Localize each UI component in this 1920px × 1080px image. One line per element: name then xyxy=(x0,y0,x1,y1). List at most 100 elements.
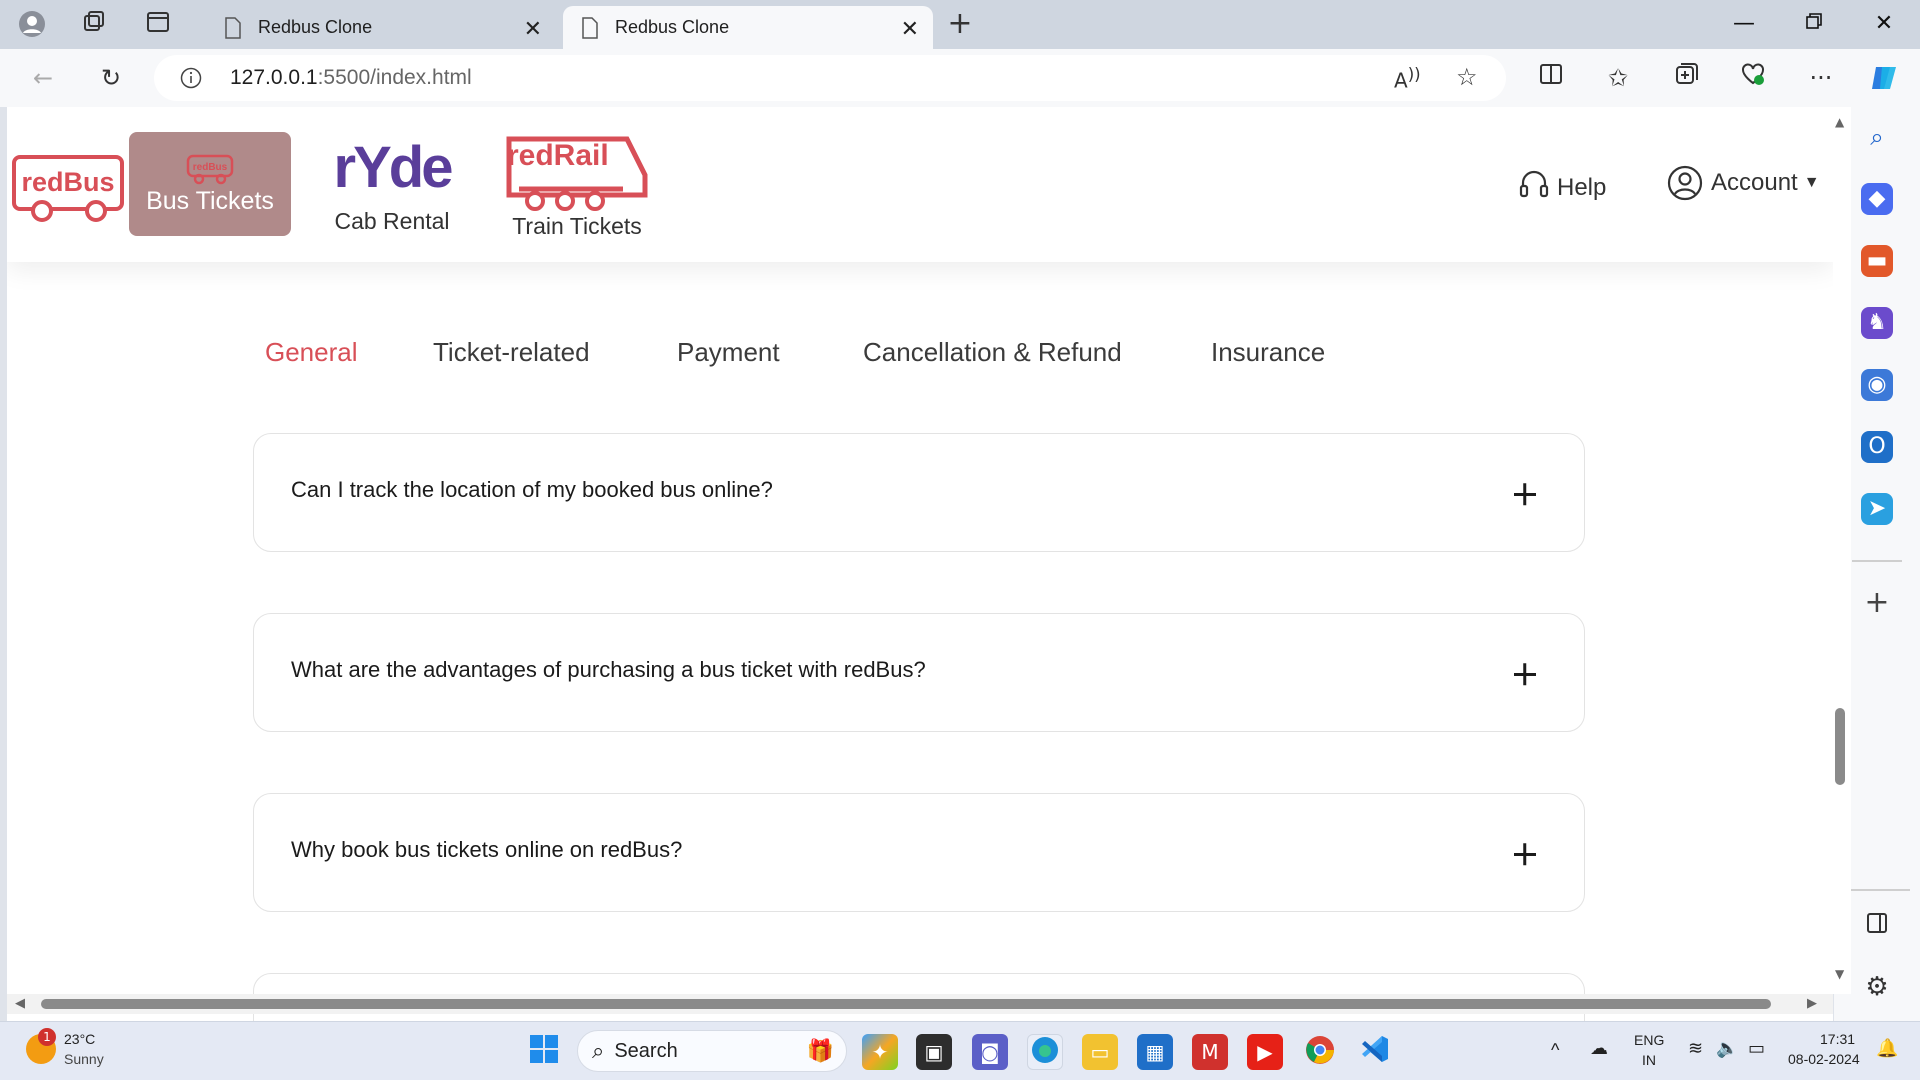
browser-essentials-icon[interactable] xyxy=(1736,61,1770,95)
vertical-scrollbar[interactable]: ▲ ▼ xyxy=(1833,107,1851,994)
nav-train-tickets[interactable]: redRail Train Tickets xyxy=(497,127,657,242)
vertical-scroll-thumb[interactable] xyxy=(1835,708,1845,785)
add-sidebar-app-icon[interactable]: + xyxy=(1861,587,1893,619)
tab-title: Redbus Clone xyxy=(615,17,730,37)
refresh-icon[interactable]: ↻ xyxy=(94,61,128,95)
edge-browser-icon[interactable] xyxy=(1027,1034,1063,1070)
scroll-up-icon[interactable]: ▲ xyxy=(1835,115,1844,129)
collections-icon[interactable] xyxy=(1670,61,1704,95)
scroll-down-icon[interactable]: ▼ xyxy=(1835,967,1844,981)
wifi-icon[interactable]: ≋ xyxy=(1688,1038,1703,1059)
favorites-icon[interactable]: ✩ xyxy=(1601,61,1635,95)
vscode-icon[interactable] xyxy=(1357,1034,1393,1070)
redrail-logo: redRail xyxy=(507,139,609,172)
games-icon[interactable]: ♞ xyxy=(1861,307,1893,339)
more-options-icon[interactable]: ··· xyxy=(1804,61,1838,95)
onedrive-icon[interactable]: ☁ xyxy=(1590,1038,1608,1059)
shopping-tag-icon[interactable]: ◆ xyxy=(1861,183,1893,215)
taskbar-search[interactable]: ⌕ Search 🎁 xyxy=(577,1030,847,1072)
faq-item[interactable]: What are the advantages of purchasing a … xyxy=(253,613,1585,732)
file-explorer-icon[interactable]: ▭ xyxy=(1082,1034,1118,1070)
address-bar[interactable]: 127.0.0.1:5500/index.html A)) ☆ xyxy=(154,55,1506,101)
browser-toolbar: ← ↻ 127.0.0.1:5500/index.html A)) ☆ ✩ ··… xyxy=(0,49,1920,107)
nav-bus-tickets[interactable]: redBus Bus Tickets xyxy=(129,132,291,236)
tools-briefcase-icon[interactable]: ▬ xyxy=(1861,245,1893,277)
help-label: Help xyxy=(1557,174,1607,201)
language-2[interactable]: IN xyxy=(1642,1052,1656,1068)
tab-title: Redbus Clone xyxy=(258,17,373,37)
tab-payment[interactable]: Payment xyxy=(677,337,780,368)
hide-sidebar-icon[interactable] xyxy=(1861,911,1893,943)
help-link[interactable]: Help xyxy=(1519,165,1606,205)
expand-plus-icon[interactable] xyxy=(1494,464,1554,524)
clock-time[interactable]: 17:31 xyxy=(1820,1031,1855,1047)
close-tab-icon[interactable]: ✕ xyxy=(901,16,919,42)
copilot-icon[interactable] xyxy=(1868,61,1902,95)
account-menu[interactable]: Account ▼ xyxy=(1667,163,1820,203)
account-icon xyxy=(1667,165,1703,201)
close-window-icon[interactable]: ✕ xyxy=(1864,8,1904,40)
faq-item[interactable]: Can I track the location of my booked bu… xyxy=(253,433,1585,552)
start-windows-icon[interactable] xyxy=(526,1034,562,1070)
horizontal-scroll-thumb[interactable] xyxy=(41,999,1771,1009)
teams-chat-icon[interactable]: ◙ xyxy=(972,1034,1008,1070)
expand-plus-icon[interactable] xyxy=(1494,644,1554,704)
nav-label: Bus Tickets xyxy=(146,187,274,215)
volume-icon[interactable]: 🔈 xyxy=(1716,1038,1738,1059)
search-icon: ⌕ xyxy=(592,1038,605,1063)
scroll-right-icon[interactable]: ▶ xyxy=(1807,996,1817,1011)
language-1[interactable]: ENG xyxy=(1634,1032,1664,1048)
nav-label: Train Tickets xyxy=(512,213,642,239)
microsoft-store-icon[interactable]: ▦ xyxy=(1137,1034,1173,1070)
page-viewport: redBus redBus Bus Tickets rYde Cab Renta… xyxy=(7,107,1833,1021)
nav-cab-rental[interactable]: rYde Cab Rental xyxy=(322,132,462,242)
caret-down-icon: ▼ xyxy=(1803,174,1820,191)
search-icon[interactable]: ⌕ xyxy=(1861,121,1893,153)
outlook-icon[interactable]: O xyxy=(1861,431,1893,463)
browser-titlebar: Redbus Clone ✕ Redbus Clone ✕ + — ✕ xyxy=(0,0,1920,49)
read-aloud-icon[interactable]: A)) xyxy=(1394,65,1421,93)
weather-desc[interactable]: Sunny xyxy=(64,1051,104,1067)
tab-general[interactable]: General xyxy=(265,337,358,368)
mcafee-icon[interactable]: M xyxy=(1192,1034,1228,1070)
tab-actions-icon[interactable] xyxy=(144,10,172,38)
tab-redbus-clone-2[interactable]: Redbus Clone ✕ xyxy=(563,6,933,49)
tab-insurance[interactable]: Insurance xyxy=(1211,337,1325,368)
redbus-logo[interactable]: redBus xyxy=(12,149,124,222)
chrome-icon[interactable] xyxy=(1302,1034,1338,1070)
copilot-taskbar-icon[interactable]: ✦ xyxy=(862,1034,898,1070)
split-screen-icon[interactable] xyxy=(1534,61,1568,95)
microsoft-365-icon[interactable]: ◉ xyxy=(1861,369,1893,401)
weather-temp[interactable]: 23°C xyxy=(64,1031,95,1047)
faq-item[interactable]: Why book bus tickets online on redBus? xyxy=(253,793,1585,912)
profile-icon[interactable] xyxy=(18,10,46,38)
taskbar: 1 23°C Sunny ⌕ Search 🎁 ✦ ▣ ◙ ▭ ▦ M ▶ ^ … xyxy=(0,1021,1920,1080)
horizontal-scrollbar[interactable]: ◀ ▶ xyxy=(7,994,1833,1014)
show-hidden-icons-icon[interactable]: ^ xyxy=(1551,1040,1559,1061)
battery-icon[interactable]: ▭ xyxy=(1748,1038,1765,1059)
url-path: :5500/index.html xyxy=(317,66,472,89)
back-icon[interactable]: ← xyxy=(26,61,60,95)
faq-question: What are the advantages of purchasing a … xyxy=(291,657,926,682)
restore-icon[interactable] xyxy=(1794,8,1834,40)
tab-cancellation-refund[interactable]: Cancellation & Refund xyxy=(863,337,1122,368)
page-icon xyxy=(225,16,241,39)
settings-gear-icon[interactable]: ⚙ xyxy=(1861,971,1893,1003)
minimize-icon[interactable]: — xyxy=(1724,8,1764,40)
site-info-icon[interactable] xyxy=(180,67,202,89)
tab-redbus-clone-1[interactable]: Redbus Clone ✕ xyxy=(206,6,556,49)
task-view-icon[interactable]: ▣ xyxy=(916,1034,952,1070)
close-tab-icon[interactable]: ✕ xyxy=(524,16,542,42)
sidebar-divider xyxy=(1852,560,1902,562)
notifications-bell-icon[interactable]: 🔔 xyxy=(1876,1038,1898,1059)
expand-plus-icon[interactable] xyxy=(1494,824,1554,884)
tab-ticket-related[interactable]: Ticket-related xyxy=(433,337,590,368)
scroll-left-icon[interactable]: ◀ xyxy=(15,996,25,1011)
clock-date[interactable]: 08-02-2024 xyxy=(1788,1051,1860,1067)
send-icon[interactable]: ➤ xyxy=(1861,493,1893,525)
workspaces-icon[interactable] xyxy=(80,10,108,38)
youtube-icon[interactable]: ▶ xyxy=(1247,1034,1283,1070)
svg-text:redBus: redBus xyxy=(21,167,114,197)
favorite-star-icon[interactable]: ☆ xyxy=(1456,63,1478,91)
new-tab-icon[interactable]: + xyxy=(946,9,974,39)
